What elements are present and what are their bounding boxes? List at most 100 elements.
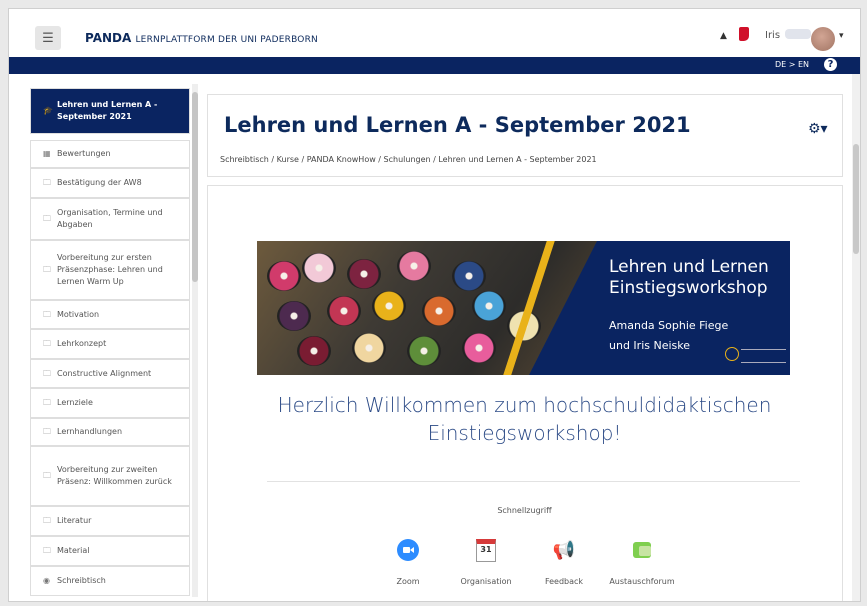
question-circle-icon[interactable]: ? [824, 58, 837, 71]
thread-spool [422, 296, 456, 326]
folder-icon: 🗀 [43, 516, 51, 525]
quick-access-label-forum[interactable]: Austauschforum [602, 577, 682, 586]
sidebar-item[interactable]: 🗀 Lernhandlungen [30, 418, 190, 446]
quick-access-zoom[interactable]: Zoom [368, 539, 448, 586]
quick-access-label-feedback[interactable]: Feedback [524, 577, 604, 586]
quick-access-organisation[interactable]: 31 Organisation [446, 538, 526, 586]
folder-icon: 🗀 [43, 309, 51, 319]
divider [267, 481, 800, 482]
folder-icon: 🗀 [43, 368, 51, 378]
chevron-down-icon[interactable]: ▾ [839, 31, 844, 41]
sidebar-item[interactable]: 🗀 Lehrkonzept [30, 329, 190, 359]
sidebar-scroll-thumb[interactable] [192, 92, 198, 282]
user-name-blurred [785, 29, 811, 39]
megaphone-icon[interactable]: 📢 [553, 540, 575, 561]
table-icon: ▦ [43, 149, 51, 158]
sidebar-item-label: Lernhandlungen [57, 427, 123, 436]
folder-icon: 🗀 [43, 265, 51, 274]
zoom-icon[interactable] [397, 539, 419, 561]
page-title: Lehren und Lernen A - September 2021 [224, 113, 691, 137]
sidebar-item-label: Bewertungen [57, 149, 111, 158]
sidebar-item-label: Lehren und Lernen A - September 2021 [57, 100, 158, 121]
quick-access-label-organisation[interactable]: Organisation [446, 577, 526, 586]
avatar[interactable] [811, 27, 835, 51]
folder-icon: 🗀 [43, 339, 51, 348]
sidebar-item-label: Bestätigung der AW8 [57, 178, 142, 187]
thread-spool [302, 253, 336, 283]
course-banner: Lehren und Lernen Einstiegsworkshop Aman… [257, 241, 790, 375]
sidebar-item[interactable]: ▦ Bewertungen [30, 140, 190, 168]
quick-access-label: Schnellzugriff [497, 506, 552, 515]
thread-spool [452, 261, 486, 291]
quick-access-label-zoom[interactable]: Zoom [368, 577, 448, 586]
quick-access-forum[interactable]: Austauschforum [602, 539, 682, 586]
site-brand[interactable]: PANDA LERNPLATTFORM DER UNI PADERBORN [85, 31, 318, 45]
thread-spool [462, 333, 496, 363]
welcome-heading: Herzlich Willkommen zum hochschuldidakti… [277, 393, 772, 445]
thread-spool [327, 296, 361, 326]
sidebar-item[interactable]: ◉ Schreibtisch [30, 566, 190, 596]
graduation-cap-icon: 🎓 [43, 106, 53, 115]
sidebar-item[interactable]: 🗀 Lernziele [30, 388, 190, 418]
calendar-icon[interactable]: 31 [476, 538, 496, 562]
thread-spool [397, 251, 431, 281]
sidebar-item-label: Vorbereitung zur zweiten Präsenz: Willko… [57, 465, 172, 486]
sidebar-item-label: Schreibtisch [57, 576, 106, 585]
sidebar-item-label: Organisation, Termine und Abgaben [57, 208, 163, 229]
thread-spool [297, 336, 331, 366]
sidebar-item[interactable]: 🗀 Organisation, Termine und Abgaben [30, 198, 190, 240]
sidebar-item-label: Lernziele [57, 398, 93, 407]
language-bar: DE > EN ? [9, 57, 860, 74]
sidebar-item[interactable]: 🗀 Motivation [30, 300, 190, 329]
sidebar-item[interactable]: 🎓 Lehren und Lernen A - September 2021 [30, 88, 190, 134]
bell-icon[interactable]: ▲ [720, 31, 728, 41]
thread-spool [407, 336, 441, 366]
folder-icon: 🗀 [43, 546, 51, 555]
folder-icon: 🗀 [43, 398, 51, 407]
sidebar-scrollbar[interactable] [192, 84, 198, 597]
folder-icon: 🗀 [43, 178, 51, 187]
course-header: Lehren und Lernen A - September 2021 ⚙▾ … [207, 94, 843, 177]
breadcrumb[interactable]: Schreibtisch / Kurse / PANDA KnowHow / S… [220, 155, 597, 164]
tachometer-icon: ◉ [43, 576, 50, 585]
sidebar-item-label: Vorbereitung zur ersten Präsenzphase: Le… [57, 253, 163, 286]
thread-spool [472, 291, 506, 321]
top-navbar: ☰ PANDA LERNPLATTFORM DER UNI PADERBORN … [9, 9, 860, 58]
sidebar-item[interactable]: 🗀 Constructive Alignment [30, 359, 190, 388]
sidebar-item-label: Literatur [57, 516, 92, 525]
folder-icon: 🗀 [43, 214, 51, 223]
forum-icon[interactable] [633, 542, 651, 558]
thread-spool [352, 333, 386, 363]
sidebar-item[interactable]: 🗀 Literatur [30, 506, 190, 536]
thread-spool [267, 261, 301, 291]
thread-spool [277, 301, 311, 331]
brand-subtitle: LERNPLATTFORM DER UNI PADERBORN [135, 35, 318, 45]
language-switch[interactable]: DE > EN [775, 60, 809, 69]
sidebar-item[interactable]: 🗀 Bestätigung der AW8 [30, 168, 190, 198]
chat-icon[interactable] [739, 27, 749, 41]
brand-name: PANDA [85, 31, 132, 45]
browser-page: ☰ PANDA LERNPLATTFORM DER UNI PADERBORN … [8, 8, 861, 602]
quick-access-feedback[interactable]: 📢 Feedback [524, 539, 604, 587]
sidebar-item[interactable]: 🗀 Vorbereitung zur ersten Präsenzphase: L… [30, 240, 190, 300]
thread-spool [347, 259, 381, 289]
banner-authors: Amanda Sophie Fiege und Iris Neiske [609, 319, 729, 352]
sidebar-item[interactable]: 🗀 Material [30, 536, 190, 566]
gear-icon[interactable]: ⚙▾ [808, 121, 828, 137]
university-logo-icon [725, 347, 739, 361]
page-scrollbar[interactable] [852, 74, 860, 601]
course-sidebar: 🎓 Lehren und Lernen A - September 2021 ▦ Be… [30, 88, 190, 601]
university-logo-wordmark [741, 349, 786, 363]
sidebar-item[interactable]: 🗀 Vorbereitung zur zweiten Präsenz: Willk… [30, 446, 190, 506]
folder-icon: 🗀 [43, 427, 51, 436]
hamburger-icon[interactable]: ☰ [35, 26, 61, 50]
user-name[interactable]: Iris [765, 30, 780, 41]
sidebar-item-label: Material [57, 546, 90, 555]
course-content: Lehren und Lernen Einstiegsworkshop Aman… [207, 185, 843, 601]
folder-icon: 🗀 [43, 471, 51, 480]
page-scroll-thumb[interactable] [853, 144, 859, 254]
thread-spool [372, 291, 406, 321]
sidebar-item-label: Constructive Alignment [57, 368, 152, 378]
sidebar-item-label: Lehrkonzept [57, 339, 107, 348]
banner-title: Lehren und Lernen Einstiegsworkshop [609, 257, 769, 298]
